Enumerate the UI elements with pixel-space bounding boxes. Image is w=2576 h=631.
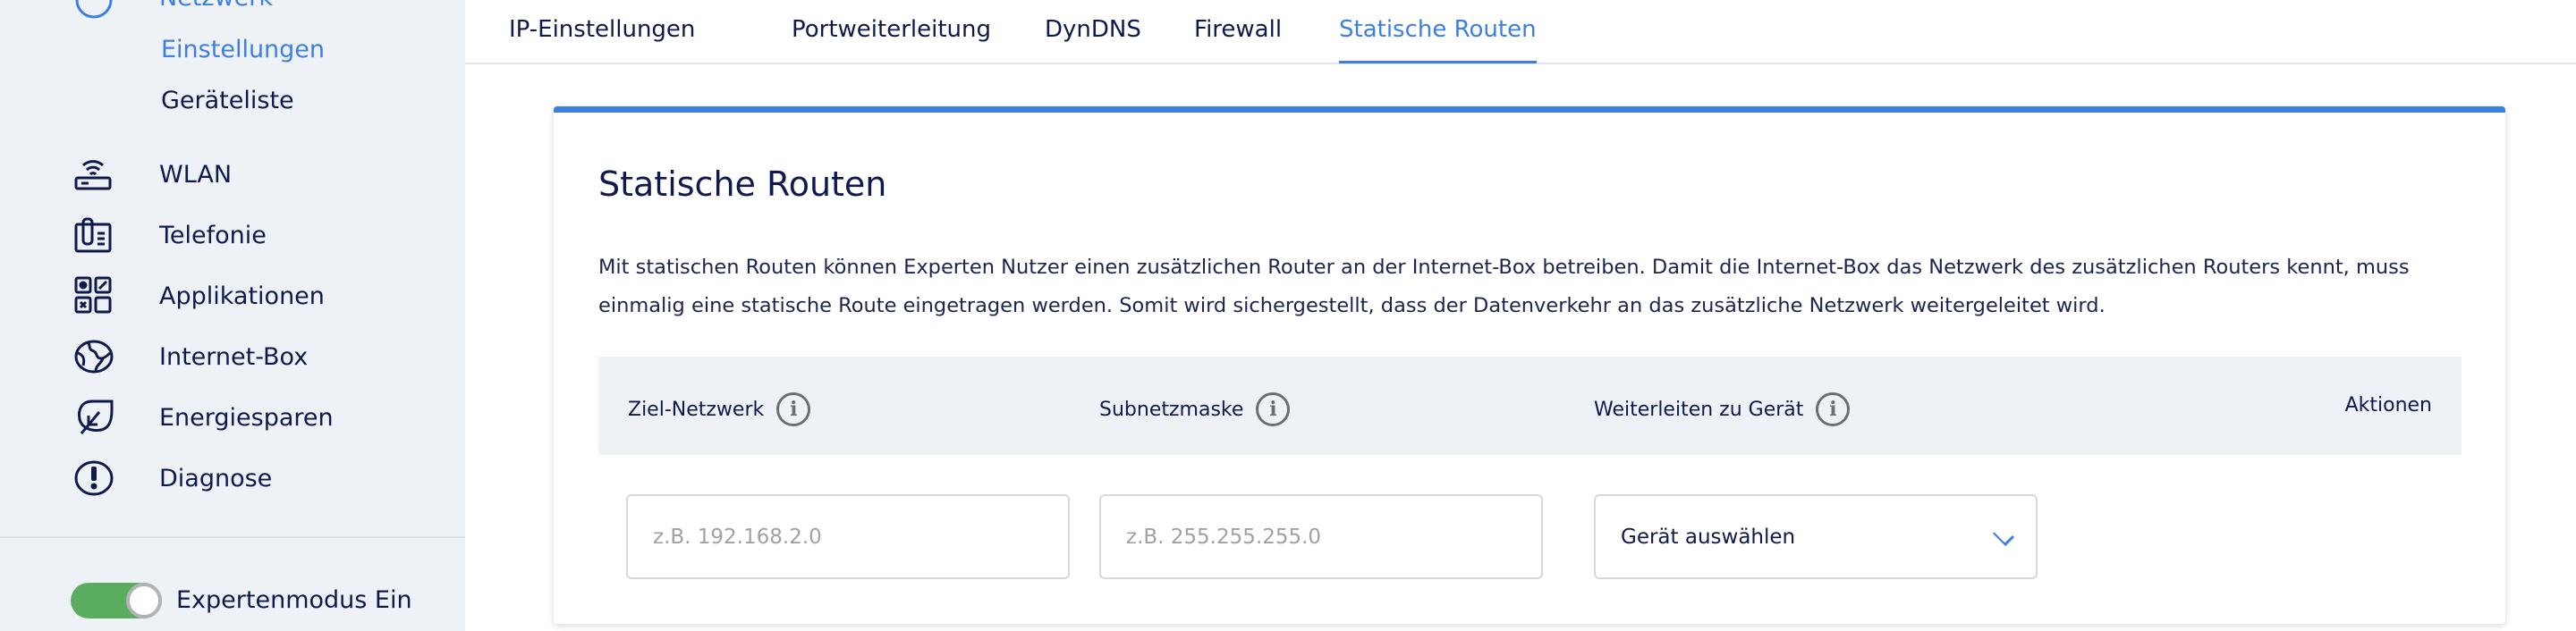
column-aktionen: Aktionen (2345, 394, 2432, 416)
placeholder: z.B. 255.255.255.0 (1126, 525, 1322, 549)
ziel-netzwerk-input[interactable]: z.B. 192.168.2.0 (626, 494, 1070, 579)
sidebar-section-netzwerk[interactable]: Netzwerk (159, 0, 273, 10)
column-label: Subnetzmaske (1099, 398, 1244, 421)
column-ziel-netzwerk: Ziel-Netzwerk i (628, 392, 811, 426)
chevron-down-icon (1992, 524, 2015, 547)
sidebar-subitem-geraeteliste[interactable]: Geräteliste (161, 88, 294, 113)
sidebar-item-label: Diagnose (159, 465, 273, 492)
info-icon[interactable]: i (1816, 392, 1851, 426)
toggle-knob (126, 583, 162, 618)
tab-statische-routen[interactable]: Statische Routen (1339, 16, 1537, 63)
sidebar-item-label: WLAN (159, 161, 233, 189)
static-routes-card: Statische Routen Mit statischen Routen k… (554, 106, 2505, 624)
tab-dyndns[interactable]: DynDNS (1045, 16, 1141, 43)
tab-firewall[interactable]: Firewall (1194, 16, 1282, 43)
select-value: Gerät auswählen (1621, 525, 1796, 549)
sidebar-subitem-einstellungen[interactable]: Einstellungen (161, 38, 325, 62)
apps-grid-icon (74, 276, 112, 314)
info-icon[interactable]: i (776, 392, 811, 426)
placeholder: z.B. 192.168.2.0 (653, 525, 822, 549)
leaf-icon (78, 400, 114, 434)
sidebar-item-label: Internet-Box (159, 343, 309, 371)
column-label: Ziel-Netzwerk (628, 398, 765, 421)
tab-portweiterleitung[interactable]: Portweiterleitung (792, 16, 991, 43)
globe-icon (74, 340, 114, 374)
sidebar-item-label: Telefonie (159, 222, 267, 249)
sidebar-divider (0, 536, 465, 538)
sidebar-item-label: Applikationen (159, 282, 325, 310)
device-select[interactable]: Gerät auswählen (1594, 494, 2038, 579)
column-subnetzmaske: Subnetzmaske i (1099, 392, 1291, 426)
info-icon[interactable]: i (1256, 392, 1291, 426)
table-header: Ziel-Netzwerk i Subnetzmaske i Weiterleite… (598, 357, 2462, 455)
sidebar: Netzwerk Einstellungen Geräteliste WLAN … (0, 0, 465, 631)
sidebar-item-label: Energiesparen (159, 404, 334, 432)
description: Mit statischen Routen können Experten Nu… (598, 256, 2410, 317)
tab-ip-einstellungen[interactable]: IP-Einstellungen (509, 16, 695, 43)
phone-icon (74, 217, 112, 253)
tab-bar: IP-Einstellungen Portweiterleitung DynDN… (465, 0, 2576, 64)
router-wifi-icon (74, 160, 112, 190)
expert-mode-label: Expertenmodus Ein (176, 586, 412, 614)
globe-icon (75, 0, 113, 19)
column-label: Aktionen (2344, 394, 2432, 416)
expert-mode-toggle[interactable] (71, 583, 162, 618)
page-title: Statische Routen (598, 164, 887, 204)
exclamation-circle-icon (74, 460, 114, 496)
subnetzmaske-input[interactable]: z.B. 255.255.255.0 (1099, 494, 1543, 579)
column-weiterleiten: Weiterleiten zu Gerät i (1594, 392, 1851, 426)
column-label: Weiterleiten zu Gerät (1594, 398, 1804, 421)
